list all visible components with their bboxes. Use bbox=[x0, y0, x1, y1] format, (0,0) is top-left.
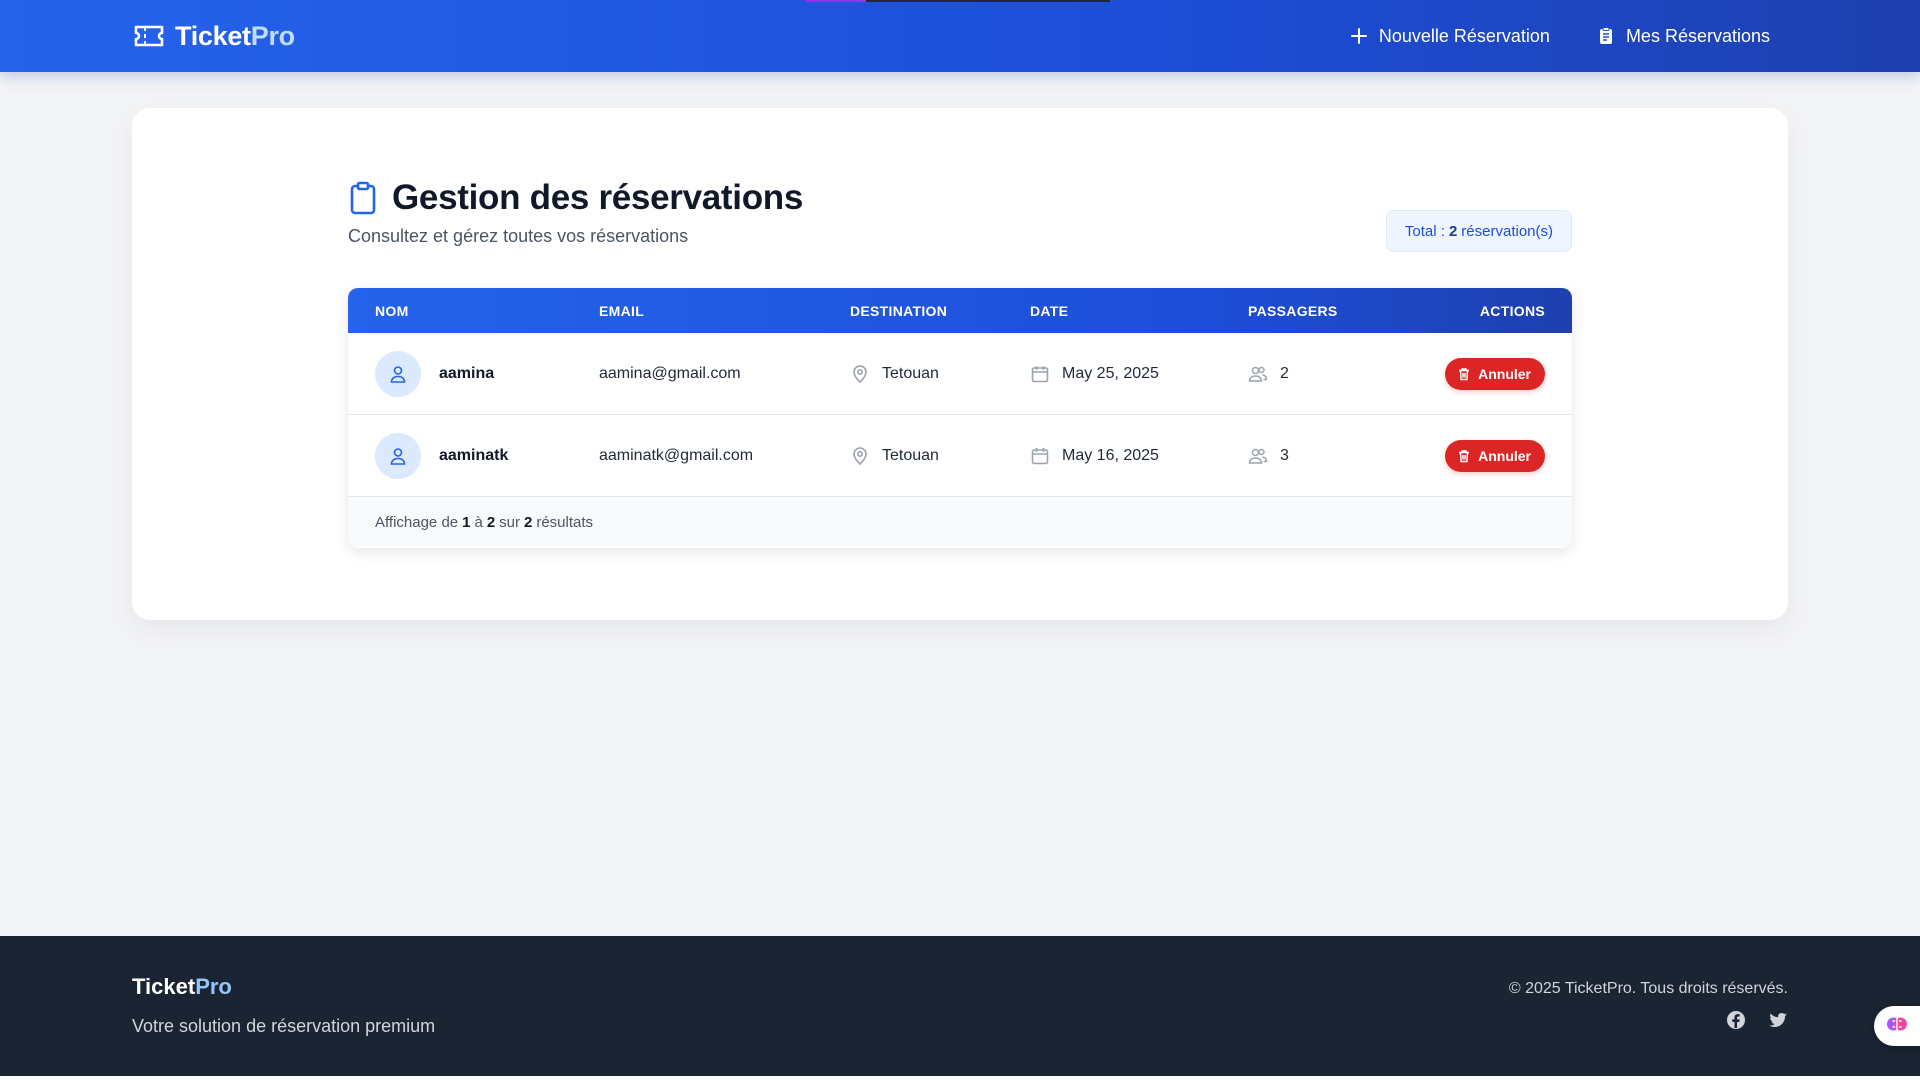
pagination-mid2: sur bbox=[499, 513, 520, 531]
pagination-prefix: Affichage de bbox=[375, 513, 459, 531]
cell-date: May 25, 2025 bbox=[1030, 333, 1159, 415]
copyright-text: © 2025 TicketPro. Tous droits réservés. bbox=[1508, 980, 1788, 997]
column-header-passagers[interactable]: PASSAGERS bbox=[1248, 303, 1338, 319]
cancel-reservation-button[interactable]: Annuler bbox=[1445, 358, 1545, 390]
column-header-date[interactable]: DATE bbox=[1030, 303, 1068, 319]
cancel-button-label: Annuler bbox=[1478, 366, 1531, 382]
ticket-icon bbox=[133, 22, 165, 50]
loading-accent-line bbox=[806, 0, 1110, 2]
cell-destination: Tetouan bbox=[850, 333, 939, 415]
column-header-nom[interactable]: NOM bbox=[375, 303, 409, 319]
table-row: aaminatk aaminatk@gmail.com Tetouan May … bbox=[348, 415, 1572, 497]
pagination-suffix: résultats bbox=[536, 513, 594, 531]
cell-passengers: 3 bbox=[1248, 415, 1289, 497]
total-suffix: réservation(s) bbox=[1461, 222, 1553, 240]
assistant-widget-button[interactable] bbox=[1874, 1006, 1920, 1046]
cell-actions: Annuler bbox=[1445, 415, 1545, 497]
cell-destination: Tetouan bbox=[850, 415, 939, 497]
reservation-email: aaminatk@gmail.com bbox=[599, 447, 754, 464]
reservation-passengers: 2 bbox=[1280, 365, 1289, 382]
brain-icon bbox=[1885, 1012, 1909, 1041]
reservation-destination: Tetouan bbox=[882, 365, 939, 382]
reservation-name: aamina bbox=[439, 365, 495, 382]
site-footer: TicketPro Votre solution de réservation … bbox=[0, 936, 1920, 1076]
total-count: 2 bbox=[1448, 222, 1458, 240]
cell-passengers: 2 bbox=[1248, 333, 1289, 415]
map-pin-icon bbox=[850, 446, 870, 466]
footer-brand-name: Ticket bbox=[132, 974, 196, 999]
cell-name: aamina bbox=[375, 333, 494, 415]
top-navbar: TicketPro Nouvelle Réservation Mes Réser… bbox=[0, 0, 1920, 72]
page-title: Gestion des réservations bbox=[392, 178, 804, 217]
footer-tagline: Votre solution de réservation premium bbox=[132, 1016, 436, 1036]
column-header-destination[interactable]: DESTINATION bbox=[850, 303, 947, 319]
pagination-mid: à bbox=[474, 513, 483, 531]
reservations-table: NOM EMAIL DESTINATION DATE PASSAGERS ACT… bbox=[348, 288, 1572, 548]
brand-name-accent: Pro bbox=[250, 20, 295, 51]
total-prefix: Total : bbox=[1404, 222, 1445, 240]
footer-brand-accent: Pro bbox=[195, 974, 232, 999]
table-header: NOM EMAIL DESTINATION DATE PASSAGERS ACT… bbox=[348, 288, 1572, 333]
total-badge: Total : 2 réservation(s) bbox=[1385, 210, 1572, 252]
pagination-from: 1 bbox=[462, 513, 471, 531]
pagination-to: 2 bbox=[486, 513, 496, 531]
facebook-icon[interactable] bbox=[1726, 1010, 1746, 1030]
reservation-passengers: 3 bbox=[1280, 447, 1289, 464]
page-bottom-edge bbox=[0, 1076, 1920, 1080]
nav-my-reservations[interactable]: Mes Réservations bbox=[1596, 26, 1770, 47]
nav-my-reservations-label: Mes Réservations bbox=[1625, 25, 1770, 46]
avatar bbox=[375, 433, 421, 479]
cancel-reservation-button[interactable]: Annuler bbox=[1445, 440, 1545, 472]
page-header: Gestion des réservations Consultez et gé… bbox=[348, 178, 1572, 252]
column-header-actions: ACTIONS bbox=[1479, 303, 1545, 319]
user-icon bbox=[390, 366, 406, 383]
reservation-destination: Tetouan bbox=[882, 447, 939, 464]
pagination-summary: Affichage de 1 à 2 sur 2 résultats bbox=[348, 497, 1572, 547]
avatar bbox=[375, 351, 421, 397]
calendar-icon bbox=[1030, 446, 1050, 466]
brand-logo[interactable]: TicketPro bbox=[133, 18, 295, 54]
calendar-icon bbox=[1030, 364, 1050, 384]
footer-brand: TicketPro bbox=[132, 974, 232, 1000]
cell-name: aaminatk bbox=[375, 415, 508, 497]
main-nav: Nouvelle Réservation Mes Réservations bbox=[1349, 18, 1770, 54]
map-pin-icon bbox=[850, 364, 870, 384]
users-icon bbox=[1248, 446, 1268, 466]
brand-name: Ticket bbox=[175, 20, 251, 51]
nav-new-reservation-label: Nouvelle Réservation bbox=[1378, 25, 1550, 46]
reservation-name: aaminatk bbox=[439, 447, 509, 464]
table-row: aamina aamina@gmail.com Tetouan May 25, … bbox=[348, 333, 1572, 415]
clipboard-icon bbox=[348, 181, 378, 215]
column-header-email[interactable]: EMAIL bbox=[599, 303, 644, 319]
users-icon bbox=[1248, 364, 1268, 384]
twitter-icon[interactable] bbox=[1768, 1010, 1788, 1030]
cell-date: May 16, 2025 bbox=[1030, 415, 1159, 497]
trash-icon bbox=[1459, 450, 1470, 463]
trash-icon bbox=[1459, 368, 1470, 381]
nav-new-reservation[interactable]: Nouvelle Réservation bbox=[1349, 26, 1550, 47]
plus-icon bbox=[1349, 26, 1369, 46]
reservation-date: May 25, 2025 bbox=[1062, 365, 1159, 382]
social-links bbox=[1726, 1010, 1788, 1030]
cell-actions: Annuler bbox=[1445, 333, 1545, 415]
reservation-email: aamina@gmail.com bbox=[599, 365, 741, 382]
reservation-date: May 16, 2025 bbox=[1062, 447, 1159, 464]
pagination-total: 2 bbox=[524, 513, 533, 531]
user-icon bbox=[390, 448, 406, 465]
cancel-button-label: Annuler bbox=[1478, 448, 1531, 464]
clipboard-list-icon bbox=[1596, 26, 1616, 46]
